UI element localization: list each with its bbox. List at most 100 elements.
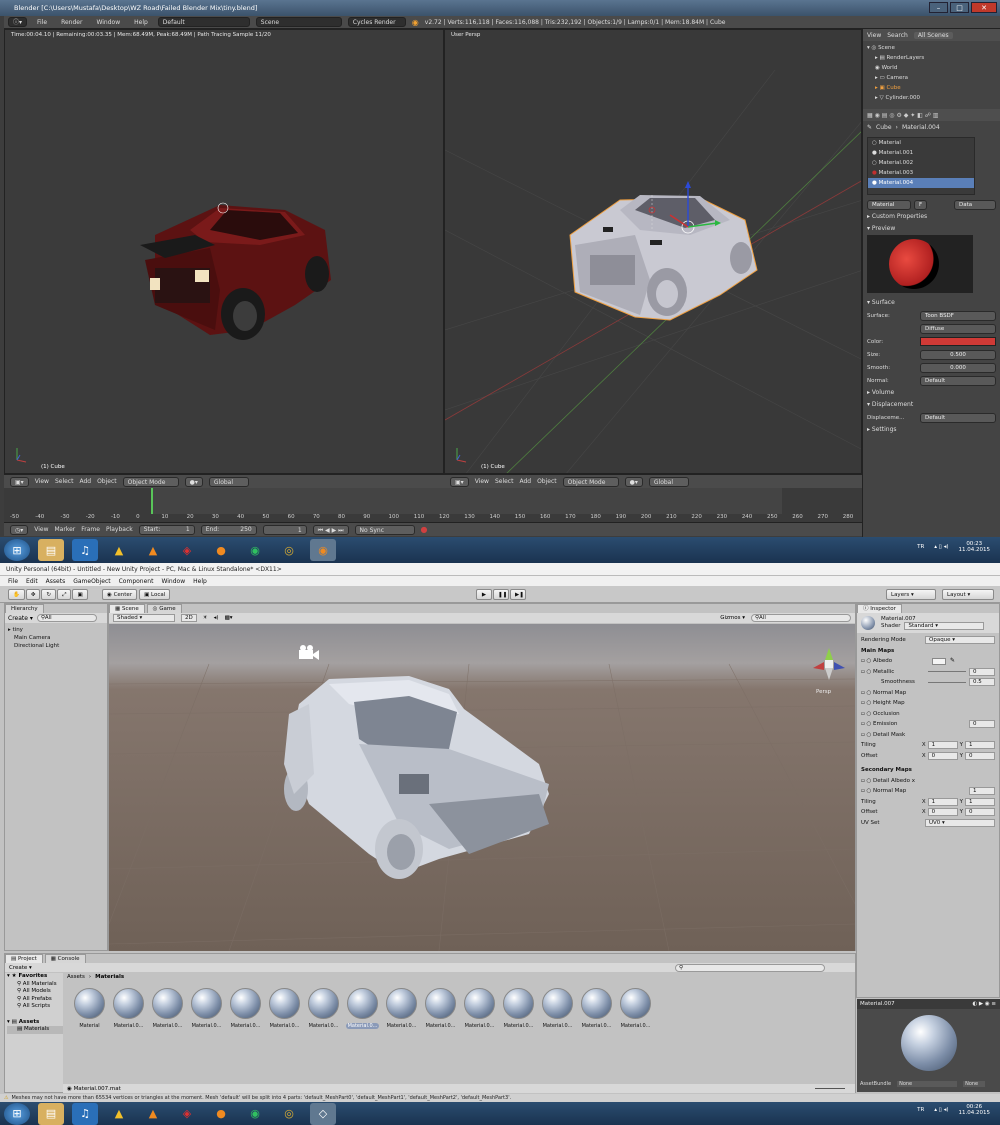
secondary-normal-field[interactable]: 1 xyxy=(969,787,995,796)
timeline-menu-marker[interactable]: Marker xyxy=(55,526,76,533)
tray-icons[interactable]: ▴ ▯ ◂) xyxy=(934,1107,948,1113)
material-slot[interactable]: ● Material.001 xyxy=(868,148,974,158)
language-indicator[interactable]: TR xyxy=(917,544,924,550)
detail-mask-row[interactable]: ▫ ○ Detail Mask xyxy=(861,730,995,741)
language-indicator[interactable]: TR xyxy=(917,1107,924,1113)
fav-all-materials[interactable]: ⚲ All Materials xyxy=(7,981,63,989)
shading-mode-select[interactable]: Shaded ▾ xyxy=(113,614,175,622)
left-editor-type[interactable]: ▣▾ xyxy=(10,476,29,487)
materials-folder[interactable]: ▤ Materials xyxy=(7,1026,63,1034)
tiling2-x-field[interactable]: 1 xyxy=(927,797,958,806)
layers-dropdown[interactable]: Layers ▾ xyxy=(886,589,936,600)
render-engine-select[interactable]: Cycles Render xyxy=(347,17,406,27)
metallic-field[interactable]: 0 xyxy=(969,667,995,676)
u-menu-file[interactable]: File xyxy=(8,578,18,585)
offset2-x-field[interactable]: 0 xyxy=(927,808,958,817)
material-link-select[interactable]: Data xyxy=(954,200,996,210)
material-slot[interactable]: ○ Material xyxy=(868,138,974,148)
material-asset[interactable]: Material.0... xyxy=(541,988,574,1029)
offset2-y-field[interactable]: 0 xyxy=(965,808,995,817)
outliner-item-cube[interactable]: ▸ ▣ Cube xyxy=(867,83,996,93)
effects-toggle-icon[interactable]: ▩▾ xyxy=(225,615,233,621)
right-menu-select[interactable]: Select xyxy=(495,478,514,485)
material-asset[interactable]: Material.0... xyxy=(151,988,184,1029)
breadcrumb-materials[interactable]: Materials xyxy=(95,974,124,980)
left-menu-view[interactable]: View xyxy=(35,478,49,485)
timeline-menu-view[interactable]: View xyxy=(34,526,48,533)
material-users-field[interactable]: F xyxy=(914,200,928,210)
scene-search-input[interactable]: ⚲All xyxy=(751,614,851,622)
project-create-button[interactable]: Create ▾ xyxy=(9,965,32,971)
outliner-filter[interactable]: All Scenes xyxy=(913,31,953,39)
pivot-local-button[interactable]: ▣ Local xyxy=(139,589,171,600)
outliner-item-cylinder[interactable]: ▸ ▽ Cylinder.000 xyxy=(867,93,996,103)
timeline-editor-type[interactable]: ◷▾ xyxy=(10,524,29,535)
u-menu-gameobject[interactable]: GameObject xyxy=(73,578,110,585)
tiling-x-field[interactable]: 1 xyxy=(927,741,958,750)
offset-y-field[interactable]: 0 xyxy=(965,751,995,760)
u-menu-edit[interactable]: Edit xyxy=(26,578,38,585)
breadcrumb-assets[interactable]: Assets xyxy=(67,974,85,980)
shader-select[interactable]: Standard ▾ xyxy=(904,622,985,630)
end-frame-field[interactable]: End: 250 xyxy=(200,524,257,535)
3d-viewport[interactable]: User Persp (1) Cube xyxy=(444,29,862,474)
chrome-icon[interactable]: ◎ xyxy=(276,539,302,561)
record-icon[interactable]: ● xyxy=(421,525,428,534)
hierarchy-item-directional-light[interactable]: Directional Light xyxy=(8,642,104,650)
rendering-mode-select[interactable]: Opaque ▾ xyxy=(925,636,995,645)
material-asset[interactable]: Material.0... xyxy=(385,988,418,1029)
smooth-field[interactable]: 0.000 xyxy=(920,362,996,373)
popcorn-icon[interactable]: ◈ xyxy=(174,1103,200,1125)
tiling-y-field[interactable]: 1 xyxy=(965,741,995,750)
project-search-input[interactable]: ⚲ xyxy=(675,963,825,972)
lighting-toggle-icon[interactable]: ☀ xyxy=(203,615,208,621)
fav-all-prefabs[interactable]: ⚲ All Prefabs xyxy=(7,996,63,1004)
popcorn-icon[interactable]: ◈ xyxy=(174,539,200,561)
size-field[interactable]: 0.500 xyxy=(920,349,996,360)
gizmos-dropdown[interactable]: Gizmos ▾ xyxy=(720,615,745,621)
start-frame-field[interactable]: Start: 1 xyxy=(138,524,195,535)
favorites-heading[interactable]: ▾ ★ Favorites xyxy=(7,973,63,981)
pin-icon[interactable]: ✎ xyxy=(867,124,872,131)
fav-all-models[interactable]: ⚲ All Models xyxy=(7,988,63,996)
vlc-icon[interactable]: ▲ xyxy=(140,539,166,561)
left-menu-object[interactable]: Object xyxy=(97,478,117,485)
secondary-normal-label[interactable]: ▫ ○ Normal Map xyxy=(861,786,906,797)
playback-controls[interactable]: ⏮ ◀ ▶ ⏭ xyxy=(312,524,349,535)
material-asset[interactable]: Material.0... xyxy=(619,988,652,1029)
custom-properties-section[interactable]: ▸ Custom Properties xyxy=(863,211,1000,223)
timeline[interactable]: -50 -40 -30 -20 -10 0 10 20 30 40 50 60 70 80 90 100 110… xyxy=(4,488,862,522)
uv-set-select[interactable]: UV0 ▾ xyxy=(925,818,995,827)
preview-controls-icon[interactable]: ◐ ▶ ◉ ≡ xyxy=(972,1001,1000,1007)
spotify-icon[interactable]: ◉ xyxy=(242,1103,268,1125)
left-menu-select[interactable]: Select xyxy=(55,478,74,485)
right-editor-type[interactable]: ▣▾ xyxy=(450,476,469,487)
project-tab[interactable]: ▤ Project xyxy=(5,954,43,963)
u-menu-help[interactable]: Help xyxy=(193,578,207,585)
scale-tool-icon[interactable]: ⤢ xyxy=(57,589,72,600)
properties-tabs[interactable]: ▦ ◉ ▤ ◎ ⚙ ◆ ✦ ◧ ☍ ▥ xyxy=(863,109,1000,121)
hand-tool-icon[interactable]: ✋ xyxy=(8,589,25,600)
material-slot-list[interactable]: ○ Material ● Material.001 ○ Material.002… xyxy=(867,137,975,195)
emission-field[interactable]: 0 xyxy=(969,720,995,729)
hierarchy-item-tiny[interactable]: ▸ tiny xyxy=(8,626,104,634)
blender-task-icon[interactable]: ◉ xyxy=(310,539,336,561)
start-button-icon[interactable]: ⊞ xyxy=(4,539,30,561)
surface-shader-select[interactable]: Toon BSDF xyxy=(920,310,996,321)
itunes-icon[interactable]: ♫ xyxy=(72,1102,98,1125)
volume-section[interactable]: ▸ Volume xyxy=(863,387,1000,399)
u-menu-window[interactable]: Window xyxy=(161,578,185,585)
outliner-item-renderlayers[interactable]: ▸ ▤ RenderLayers xyxy=(867,53,996,63)
timeline-cursor[interactable] xyxy=(151,488,153,514)
settings-section[interactable]: ▸ Settings xyxy=(863,424,1000,436)
outliner-tab-search[interactable]: Search xyxy=(887,32,908,39)
tray-icons[interactable]: ▴ ▯ ◂) xyxy=(934,544,948,550)
hierarchy-search-input[interactable]: ⚲All xyxy=(36,614,97,622)
status-bar[interactable]: ⚠ Meshes may not have more than 65534 ve… xyxy=(0,1094,1000,1102)
offset-x-field[interactable]: 0 xyxy=(927,751,958,760)
game-tab[interactable]: ◎ Game xyxy=(146,604,182,613)
eyedropper-icon[interactable]: ✎ xyxy=(950,656,955,667)
left-orientation-select[interactable]: Global xyxy=(208,476,249,487)
height-map-row[interactable]: ▫ ○ Height Map xyxy=(861,698,995,709)
right-menu-view[interactable]: View xyxy=(475,478,489,485)
